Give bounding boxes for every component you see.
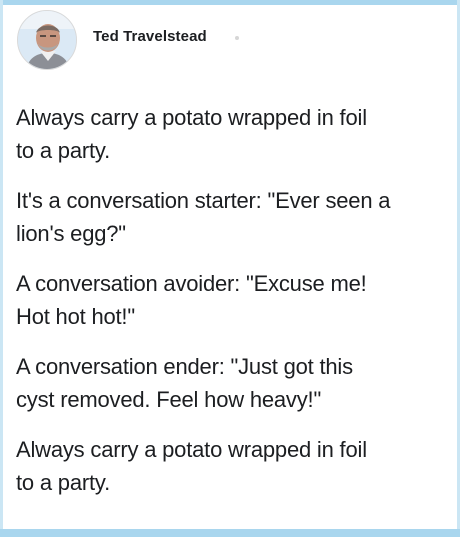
social-post: Ted Travelstead Always carry a potato wr… [0, 0, 460, 537]
post-paragraph: A conversation avoider: "Excuse me! Hot … [16, 271, 367, 329]
separator-dot [235, 36, 239, 40]
post-paragraph: It's a conversation starter: "Ever seen … [16, 188, 391, 246]
post-paragraph: Always carry a potato wrapped in foil to… [16, 437, 367, 495]
post-body: Always carry a potato wrapped in foil to… [16, 101, 446, 499]
post-header: Ted Travelstead [17, 10, 437, 80]
avatar[interactable] [17, 10, 77, 70]
author-name[interactable]: Ted Travelstead [93, 28, 207, 45]
post-paragraph: Always carry a potato wrapped in foil to… [16, 105, 367, 163]
post-paragraph: A conversation ender: "Just got this cys… [16, 354, 353, 412]
profile-photo-icon [18, 11, 76, 69]
